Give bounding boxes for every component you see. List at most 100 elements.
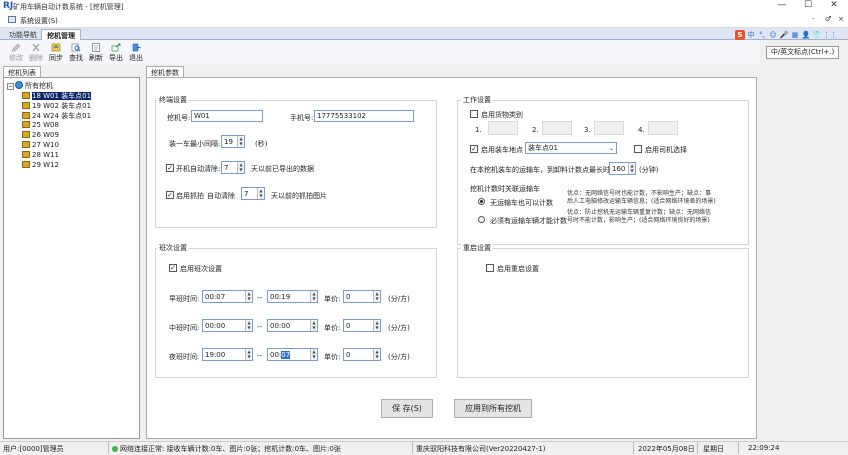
keyboard-icon[interactable]: ▦ <box>790 30 800 40</box>
boot-clear-stepper[interactable]: 7 ▲ ▼ <box>221 161 245 174</box>
tree-item[interactable]: 19 W02 装车点01 <box>22 101 91 111</box>
morning-start-input[interactable]: 00:07 ▲ ▼ <box>202 290 253 303</box>
mdi-minimize-button[interactable]: - <box>812 15 815 23</box>
slot-2-input[interactable] <box>542 121 572 135</box>
driver-checkbox[interactable] <box>634 145 642 153</box>
tree-item[interactable]: 28 W11 <box>22 151 59 161</box>
option1-radio[interactable] <box>478 198 485 205</box>
exit-button[interactable]: 退出 <box>127 43 145 63</box>
mdi-restore-button[interactable]: ♂ <box>825 15 831 23</box>
shift-enable-checkbox[interactable]: ✓ <box>169 264 177 272</box>
capture-checkbox[interactable]: ✓ <box>166 191 174 199</box>
collapse-icon[interactable]: − <box>7 83 14 90</box>
excavator-icon <box>22 102 30 109</box>
skin-icon[interactable]: 👕 <box>812 30 822 40</box>
user-icon[interactable]: 👤 <box>801 30 811 40</box>
option2-radio[interactable] <box>478 216 485 223</box>
morning-end-input[interactable]: 00:19 ▲ ▼ <box>267 290 318 303</box>
export-button[interactable]: 导出 <box>107 43 125 63</box>
count-time-stepper[interactable]: 160 ▲ ▼ <box>609 162 636 175</box>
shift-enable-label: 启用班次设置 <box>180 265 222 273</box>
punctuation-toggle-button[interactable]: 中/英文标点(Ctrl+.) <box>766 46 839 59</box>
tree-item-label: 27 W10 <box>32 141 59 149</box>
maximize-button[interactable]: ☐ <box>798 0 818 10</box>
terminal-settings-title: 终端设置 <box>157 95 189 105</box>
spin-arrows-icon[interactable]: ▲ ▼ <box>310 349 317 360</box>
excavator-list-header[interactable]: 挖机列表 <box>3 66 41 77</box>
tree-item[interactable]: 18 W01 装车点01 <box>22 91 92 101</box>
boot-clear-label: 开机自动清除: <box>176 165 221 173</box>
exit-label: 退出 <box>129 54 143 62</box>
restart-enable-checkbox[interactable] <box>486 264 494 272</box>
spin-arrows-icon[interactable]: ▲ ▼ <box>310 320 317 331</box>
title-bar: RJ 矿用车辆自动计数系统 - [挖机管理] — ☐ ✕ <box>0 0 848 13</box>
middle-end-input[interactable]: 00:00 ▲ ▼ <box>267 319 318 332</box>
settings-menu-icon <box>8 16 16 23</box>
status-divider <box>412 442 413 454</box>
menu-system-settings[interactable]: 系统设置(S) <box>20 16 58 26</box>
middle-price-input[interactable]: 0 ▲ ▼ <box>343 319 381 332</box>
auto-clear-stepper[interactable]: 7 ▲ ▼ <box>241 187 265 200</box>
loading-point-checkbox[interactable]: ✓ <box>470 145 478 153</box>
edit-button[interactable]: 修改 <box>7 43 25 63</box>
spin-arrows-icon[interactable]: ▲ ▼ <box>373 291 380 302</box>
slot-1-input[interactable] <box>488 121 518 135</box>
spin-arrows-icon[interactable]: ▲ ▼ <box>245 320 252 331</box>
morning-price-input[interactable]: 0 ▲ ▼ <box>343 290 381 303</box>
tree-item[interactable]: 27 W10 <box>22 141 59 151</box>
interval-value: 19 <box>224 138 233 146</box>
phone-input[interactable]: 17775533102 <box>314 110 414 122</box>
close-button[interactable]: ✕ <box>824 0 844 10</box>
punctuation-icon[interactable]: °, <box>757 30 767 40</box>
spin-arrows-icon[interactable]: ▲ ▼ <box>237 136 244 147</box>
machine-no-input[interactable]: W01 <box>191 110 263 122</box>
spin-arrows-icon[interactable]: ▲ ▼ <box>237 162 244 173</box>
refresh-button[interactable]: 刷新 <box>87 43 105 63</box>
middle-start-input[interactable]: 00:00 ▲ ▼ <box>202 319 253 332</box>
slot-3-input[interactable] <box>594 121 624 135</box>
tree-item[interactable]: 24 W24 装车点01 <box>22 111 91 121</box>
tree-item-label: 18 W01 装车点01 <box>32 92 92 100</box>
tab-excavator-management[interactable]: 挖机管理 <box>41 29 81 40</box>
night-end-input[interactable]: 00:07 ▲ ▼ <box>267 348 318 361</box>
night-price-input[interactable]: 0 ▲ ▼ <box>343 348 381 361</box>
spin-arrows-icon[interactable]: ▲ ▼ <box>245 291 252 302</box>
tree-root[interactable]: − 所有挖机 <box>7 81 53 91</box>
loading-point-select[interactable]: 装车点01 ⌄ <box>525 142 617 154</box>
excavator-params-header[interactable]: 挖机参数 <box>146 66 184 77</box>
auto-clear-suffix: 天以前的抓拍图片 <box>271 192 327 200</box>
boot-clear-checkbox[interactable]: ✓ <box>166 164 174 172</box>
tree-item[interactable]: 29 W12 <box>22 161 59 171</box>
save-button[interactable]: 保 存(S) <box>381 399 433 418</box>
mdi-close-button[interactable]: × <box>838 15 844 23</box>
tab-function-nav[interactable]: 功能导航 <box>4 29 42 40</box>
spin-arrows-icon[interactable]: ▲ ▼ <box>373 320 380 331</box>
spin-arrows-icon[interactable]: ▲ ▼ <box>373 349 380 360</box>
chevron-down-icon: ⌄ <box>608 145 614 152</box>
apply-all-button[interactable]: 应用到所有挖机 <box>454 399 532 418</box>
sogou-icon[interactable]: S <box>735 30 745 40</box>
slot-4-input[interactable] <box>648 121 678 135</box>
emoji-icon[interactable]: ☺ <box>768 30 778 40</box>
material-checkbox[interactable] <box>470 110 478 118</box>
spin-arrows-icon[interactable]: ▲ ▼ <box>628 163 635 174</box>
spin-arrows-icon[interactable]: ▲ ▼ <box>245 349 252 360</box>
app-logo: RJ <box>3 1 14 11</box>
sync-button[interactable]: 同步 <box>47 43 65 63</box>
unit-label: (分/方) <box>388 295 410 303</box>
spin-arrows-icon[interactable]: ▲ ▼ <box>257 188 264 199</box>
spin-arrows-icon[interactable]: ▲ ▼ <box>310 291 317 302</box>
status-divider <box>738 442 739 454</box>
interval-stepper[interactable]: 19 ▲ ▼ <box>221 135 245 148</box>
tools-icon[interactable]: ⋮⋮ <box>823 30 837 40</box>
tree-item[interactable]: 25 W08 <box>22 121 59 131</box>
delete-button[interactable]: 删除 <box>27 43 45 63</box>
tree-item[interactable]: 26 W09 <box>22 131 59 141</box>
microphone-icon[interactable]: 🎤 <box>779 30 789 40</box>
chinese-mode-icon[interactable]: 中 <box>746 30 756 40</box>
search-button[interactable]: 查找 <box>67 43 85 63</box>
night-start-input[interactable]: 19:00 ▲ ▼ <box>202 348 253 361</box>
minimize-button[interactable]: — <box>772 0 792 10</box>
tree-item-label: 29 W12 <box>32 161 59 169</box>
tree-item-label: 25 W08 <box>32 121 59 129</box>
